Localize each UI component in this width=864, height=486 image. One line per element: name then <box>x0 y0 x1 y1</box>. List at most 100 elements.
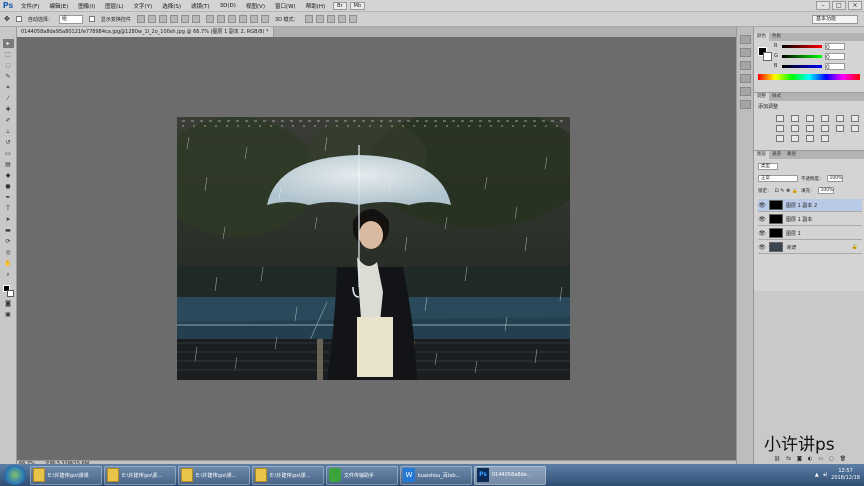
layer-row[interactable]: 👁 背景 🔒 <box>758 241 862 254</box>
close-icon[interactable]: × <box>848 1 862 10</box>
3d-drag-icon[interactable] <box>326 15 335 23</box>
layer-name[interactable]: 图层 1 副本 2 <box>786 202 817 209</box>
link-icon[interactable]: ⛓ <box>774 456 780 464</box>
marquee-tool-icon[interactable]: ⬚ <box>3 50 14 59</box>
screen-mode-icon[interactable]: ▣ <box>3 310 14 319</box>
path-select-tool-icon[interactable]: ➤ <box>3 215 14 224</box>
taskbar-item[interactable]: E:\许建伟\ps\素... <box>104 465 176 485</box>
black-white-icon[interactable] <box>791 125 799 132</box>
tab-color[interactable]: 颜色 <box>754 33 769 41</box>
quick-select-tool-icon[interactable]: ✎ <box>3 72 14 81</box>
show-transform-checkbox[interactable] <box>88 16 95 22</box>
image-canvas[interactable] <box>177 117 570 380</box>
minimize-icon[interactable]: – <box>816 1 830 10</box>
trash-icon[interactable]: 🗑 <box>840 456 846 464</box>
green-value[interactable]: 0 <box>825 52 845 61</box>
maximize-icon[interactable]: □ <box>832 1 846 10</box>
gradient-map-icon[interactable] <box>806 135 814 142</box>
color-swatch-pair[interactable] <box>758 47 772 61</box>
opacity-input[interactable]: 100% <box>826 175 843 182</box>
menu-help[interactable]: 帮助(H) <box>301 2 330 10</box>
visibility-eye-icon[interactable]: 👁 <box>758 244 766 251</box>
layer-kind-select[interactable]: 类型 <box>758 163 778 170</box>
taskbar-item[interactable]: 文件传输助手 <box>326 465 398 485</box>
clock[interactable]: 12:57 2018/12/18 <box>831 468 860 482</box>
distribute-bottom-icon[interactable] <box>227 15 236 23</box>
move-tool-icon[interactable]: ✥ <box>4 15 10 23</box>
clone-stamp-tool-icon[interactable]: ⊥ <box>3 127 14 136</box>
color-balance-icon[interactable] <box>776 125 784 132</box>
layer-name[interactable]: 背景 <box>786 244 796 251</box>
taskbar-item[interactable]: E:\许建伟\ps\课... <box>252 465 324 485</box>
layer-row[interactable]: 👁 图层 1 副本 2 <box>758 199 862 212</box>
align-middle-icon[interactable] <box>147 15 156 23</box>
invert-icon[interactable] <box>851 125 859 132</box>
mask-icon[interactable]: ◙ <box>797 456 802 464</box>
navigator-panel-icon[interactable] <box>739 100 751 109</box>
tab-layers[interactable]: 图层 <box>754 151 769 159</box>
brightness-icon[interactable] <box>776 115 784 122</box>
distribute-top-icon[interactable] <box>205 15 214 23</box>
align-bottom-icon[interactable] <box>158 15 167 23</box>
dodge-tool-icon[interactable]: ● <box>3 182 14 191</box>
menu-file[interactable]: 文件(F) <box>16 2 44 10</box>
3d-scale-icon[interactable] <box>348 15 357 23</box>
bridge-button[interactable]: Br <box>333 1 347 10</box>
3d-camera-tool-icon[interactable]: ◎ <box>3 248 14 257</box>
adjustment-layer-icon[interactable]: ◐ <box>808 456 812 464</box>
lock-icon[interactable]: ⊡ ✎ ✥ 🔒 <box>775 188 799 194</box>
visibility-eye-icon[interactable]: 👁 <box>758 216 766 223</box>
minibridge-button[interactable]: Mb <box>349 1 366 10</box>
history-brush-tool-icon[interactable]: ↺ <box>3 138 14 147</box>
posterize-icon[interactable] <box>776 135 784 142</box>
taskbar-item[interactable]: W kuaishou_百lab... <box>400 465 472 485</box>
taskbar-item[interactable]: E:\许建伟\ps\课... <box>178 465 250 485</box>
align-center-icon[interactable] <box>180 15 189 23</box>
distribute-middle-icon[interactable] <box>216 15 225 23</box>
document-tab[interactable]: 0144058a8de95a80121fe778984ca.jpg@1280w_… <box>17 27 274 37</box>
color-lookup-icon[interactable] <box>836 125 844 132</box>
curves-icon[interactable] <box>806 115 814 122</box>
vibrance-icon[interactable] <box>836 115 844 122</box>
tray-network-icon[interactable]: ▲ <box>815 472 819 478</box>
menu-layer[interactable]: 图层(L) <box>100 2 128 10</box>
fill-input[interactable]: 100% <box>817 187 834 194</box>
brush-tool-icon[interactable]: ✐ <box>3 116 14 125</box>
threshold-icon[interactable] <box>791 135 799 142</box>
menu-type[interactable]: 文字(Y) <box>129 2 158 10</box>
align-right-icon[interactable] <box>191 15 200 23</box>
blue-slider[interactable]: B 0 <box>754 61 864 71</box>
blue-value[interactable]: 0 <box>825 62 845 71</box>
gradient-tool-icon[interactable]: ▤ <box>3 160 14 169</box>
lasso-tool-icon[interactable]: ◌ <box>3 61 14 70</box>
healing-brush-tool-icon[interactable]: ✚ <box>3 105 14 114</box>
color-spectrum[interactable] <box>758 74 860 80</box>
menu-image[interactable]: 图像(I) <box>73 2 100 10</box>
menu-filter[interactable]: 滤镜(T) <box>186 2 215 10</box>
fx-icon[interactable]: fx <box>786 456 791 464</box>
menu-window[interactable]: 窗口(W) <box>270 2 301 10</box>
menu-view[interactable]: 视图(V) <box>241 2 270 10</box>
pen-tool-icon[interactable]: ✒ <box>3 193 14 202</box>
blur-tool-icon[interactable]: ◆ <box>3 171 14 180</box>
levels-icon[interactable] <box>791 115 799 122</box>
background-swatch[interactable] <box>763 52 772 61</box>
distribute-right-icon[interactable] <box>260 15 269 23</box>
start-button[interactable] <box>4 465 26 485</box>
3d-rotate-tool-icon[interactable]: ⟳ <box>3 237 14 246</box>
tray-volume-icon[interactable]: ◂) <box>823 472 827 478</box>
blue-track[interactable] <box>782 64 822 68</box>
color-swatches[interactable] <box>2 285 14 297</box>
3d-rotate-icon[interactable] <box>304 15 313 23</box>
background-color[interactable] <box>6 290 14 297</box>
menu-edit[interactable]: 编辑(E) <box>44 2 73 10</box>
align-left-icon[interactable] <box>169 15 178 23</box>
align-top-icon[interactable] <box>136 15 145 23</box>
red-value[interactable]: 0 <box>825 42 845 51</box>
exposure-icon[interactable] <box>821 115 829 122</box>
distribute-left-icon[interactable] <box>238 15 247 23</box>
3d-roll-icon[interactable] <box>315 15 324 23</box>
tab-styles[interactable]: 样式 <box>769 93 784 101</box>
shape-tool-icon[interactable]: ▬ <box>3 226 14 235</box>
workspace-select[interactable]: 基本功能 <box>812 15 858 24</box>
